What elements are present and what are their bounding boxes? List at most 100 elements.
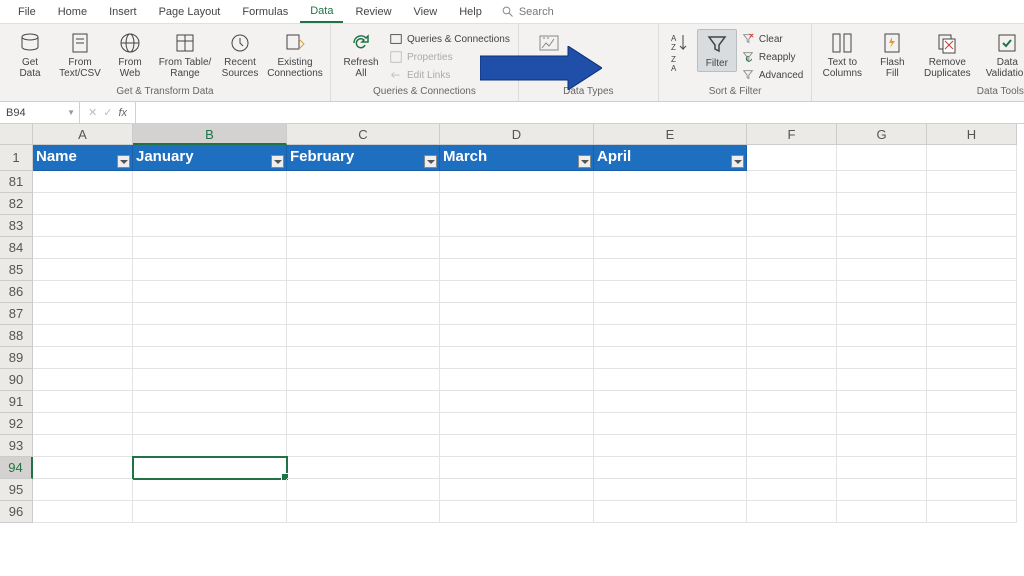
cell[interactable] [287,457,440,479]
col-header-G[interactable]: G [837,124,927,145]
text-to-columns-button[interactable]: Text to Columns [818,29,866,81]
cell[interactable] [133,303,287,325]
tab-data[interactable]: Data [300,1,343,23]
tab-file[interactable]: File [8,2,46,22]
cell[interactable] [133,457,287,479]
cell[interactable] [927,457,1017,479]
cell[interactable] [594,193,747,215]
cell[interactable] [133,171,287,193]
cell[interactable] [837,303,927,325]
col-header-D[interactable]: D [440,124,594,145]
cell[interactable] [287,435,440,457]
cell[interactable] [133,259,287,281]
cell[interactable] [33,215,133,237]
cell[interactable] [594,391,747,413]
cell[interactable] [440,435,594,457]
cell[interactable] [837,237,927,259]
cell[interactable] [747,193,837,215]
cell[interactable] [287,391,440,413]
cell[interactable] [440,347,594,369]
cell[interactable] [747,435,837,457]
cell[interactable] [927,281,1017,303]
tell-me-search[interactable]: Search [502,6,554,18]
recent-sources-button[interactable]: Recent Sources [216,29,264,81]
cell[interactable] [837,259,927,281]
cell[interactable] [747,457,837,479]
cell[interactable] [287,479,440,501]
tab-insert[interactable]: Insert [99,2,147,22]
cell[interactable] [33,391,133,413]
cell[interactable] [594,479,747,501]
tab-home[interactable]: Home [48,2,97,22]
col-header-C[interactable]: C [287,124,440,145]
cell[interactable] [927,413,1017,435]
row-header[interactable]: 91 [0,391,33,413]
cell[interactable] [133,193,287,215]
formula-bar[interactable] [136,102,1024,123]
cell[interactable] [133,281,287,303]
cell[interactable] [747,347,837,369]
cell[interactable] [594,171,747,193]
cell[interactable] [594,501,747,523]
cell[interactable] [133,237,287,259]
cell[interactable] [287,413,440,435]
cell[interactable] [33,303,133,325]
fx-icon[interactable]: fx [118,107,127,119]
cell[interactable] [747,303,837,325]
col-header-E[interactable]: E [594,124,747,145]
get-data-button[interactable]: Get Data [6,29,54,81]
cell[interactable] [594,303,747,325]
row-header[interactable]: 83 [0,215,33,237]
filter-dropdown-icon[interactable] [424,155,437,168]
cell[interactable] [594,347,747,369]
cell[interactable] [287,193,440,215]
cell[interactable] [747,413,837,435]
cell[interactable] [440,413,594,435]
clear-button[interactable]: Clear [739,31,805,47]
cell[interactable] [837,171,927,193]
cell[interactable] [837,369,927,391]
cell[interactable] [927,193,1017,215]
header-cell-april[interactable]: April [594,145,747,171]
cell[interactable] [440,391,594,413]
cell[interactable] [440,259,594,281]
cell[interactable] [747,281,837,303]
select-all-corner[interactable] [0,124,33,145]
filter-dropdown-icon[interactable] [731,155,744,168]
cell[interactable] [837,347,927,369]
cell[interactable] [287,347,440,369]
cell[interactable] [287,237,440,259]
flash-fill-button[interactable]: Flash Fill [868,29,916,81]
cell[interactable] [33,259,133,281]
cell[interactable] [594,457,747,479]
cell[interactable] [927,501,1017,523]
from-text-csv-button[interactable]: From Text/CSV [56,29,104,81]
row-header[interactable]: 95 [0,479,33,501]
col-header-H[interactable]: H [927,124,1017,145]
header-cell-february[interactable]: February [287,145,440,171]
cell[interactable] [287,215,440,237]
cell[interactable] [837,391,927,413]
tab-page-layout[interactable]: Page Layout [149,2,231,22]
cell[interactable] [927,215,1017,237]
cell[interactable] [33,325,133,347]
row-header[interactable]: 88 [0,325,33,347]
filter-dropdown-icon[interactable] [117,155,130,168]
cell[interactable] [927,303,1017,325]
tab-review[interactable]: Review [345,2,401,22]
cell[interactable] [33,435,133,457]
cell[interactable] [594,281,747,303]
stocks-button[interactable]: Stock [525,29,573,70]
cell[interactable] [440,237,594,259]
col-header-F[interactable]: F [747,124,837,145]
cell[interactable] [133,479,287,501]
cell[interactable] [594,413,747,435]
filter-button[interactable]: Filter [697,29,737,72]
cell[interactable] [33,171,133,193]
row-header[interactable]: 81 [0,171,33,193]
cell[interactable] [837,145,927,171]
cell[interactable] [837,457,927,479]
cell[interactable] [33,413,133,435]
cell[interactable] [133,435,287,457]
row-header[interactable]: 89 [0,347,33,369]
